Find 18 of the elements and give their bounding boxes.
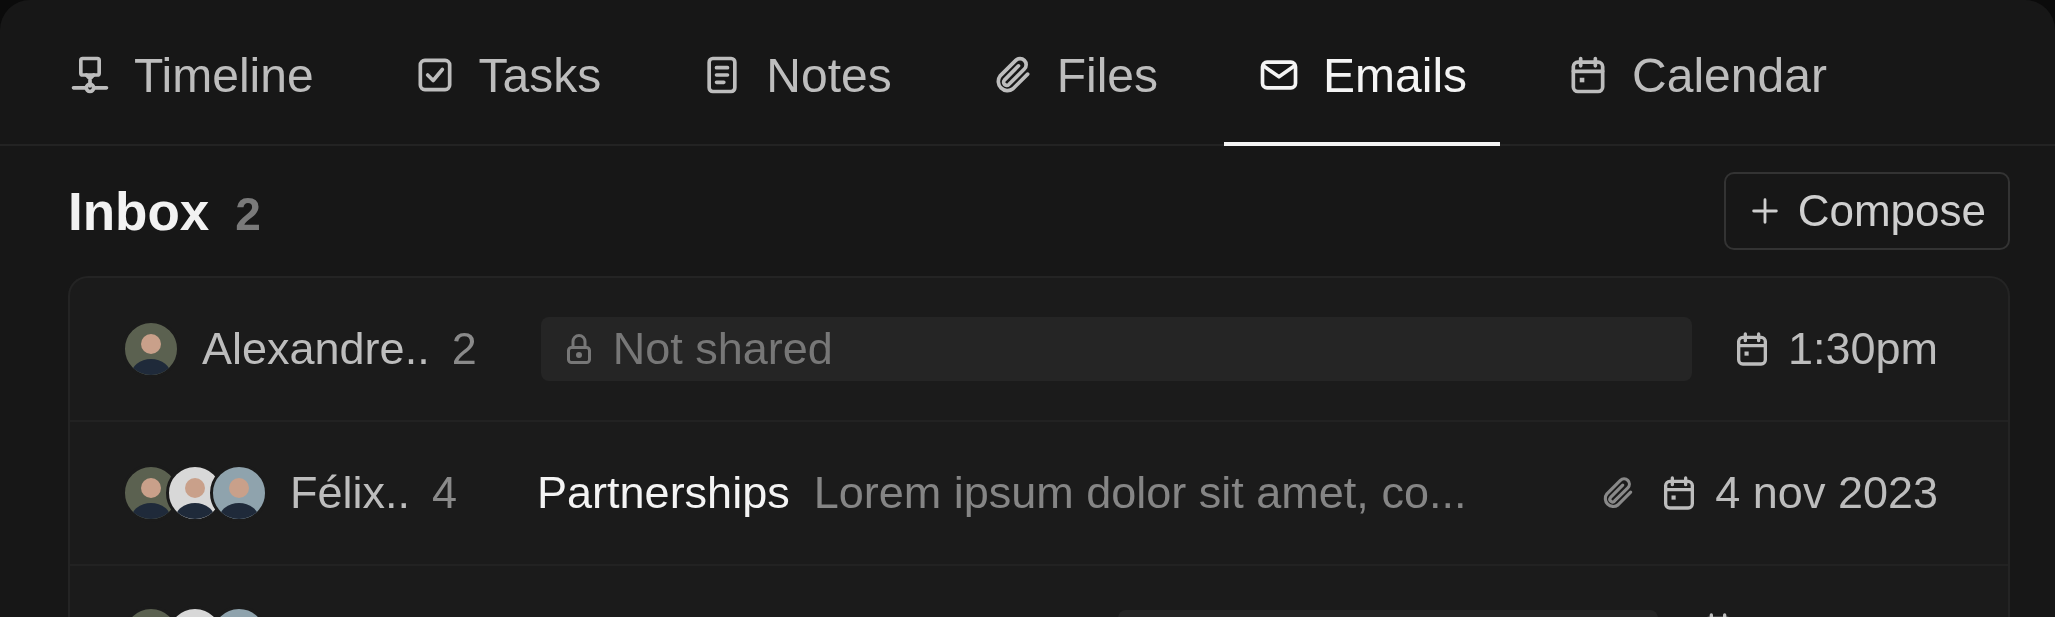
tab[interactable]: Files xyxy=(957,0,1192,146)
compose-button[interactable]: Compose xyxy=(1723,172,2010,250)
tab[interactable]: Emails xyxy=(1224,0,1501,146)
tab[interactable]: Timeline xyxy=(35,0,347,146)
sender-name: Alexandre.. xyxy=(202,323,430,375)
tab[interactable]: Notes xyxy=(667,0,925,146)
email-subject: Partnerships xyxy=(537,467,790,519)
sharing-status-bar: Not shared xyxy=(540,317,1692,381)
message-count: 4 xyxy=(432,467,458,519)
sender-name: Félix.. xyxy=(290,467,410,519)
inbox-title: Inbox xyxy=(68,180,210,242)
tab[interactable]: Calendar xyxy=(1533,0,1860,146)
email-time: 1:30pm xyxy=(1787,323,1938,375)
tab[interactable]: Tasks xyxy=(379,0,635,146)
inbox-count: 2 xyxy=(235,186,261,241)
email-date: 4 nov 2023 xyxy=(1715,467,1938,519)
message-count: 2 xyxy=(451,323,477,375)
email-preview: Lorem ipsum dolor sit amet, co... xyxy=(813,467,1468,519)
